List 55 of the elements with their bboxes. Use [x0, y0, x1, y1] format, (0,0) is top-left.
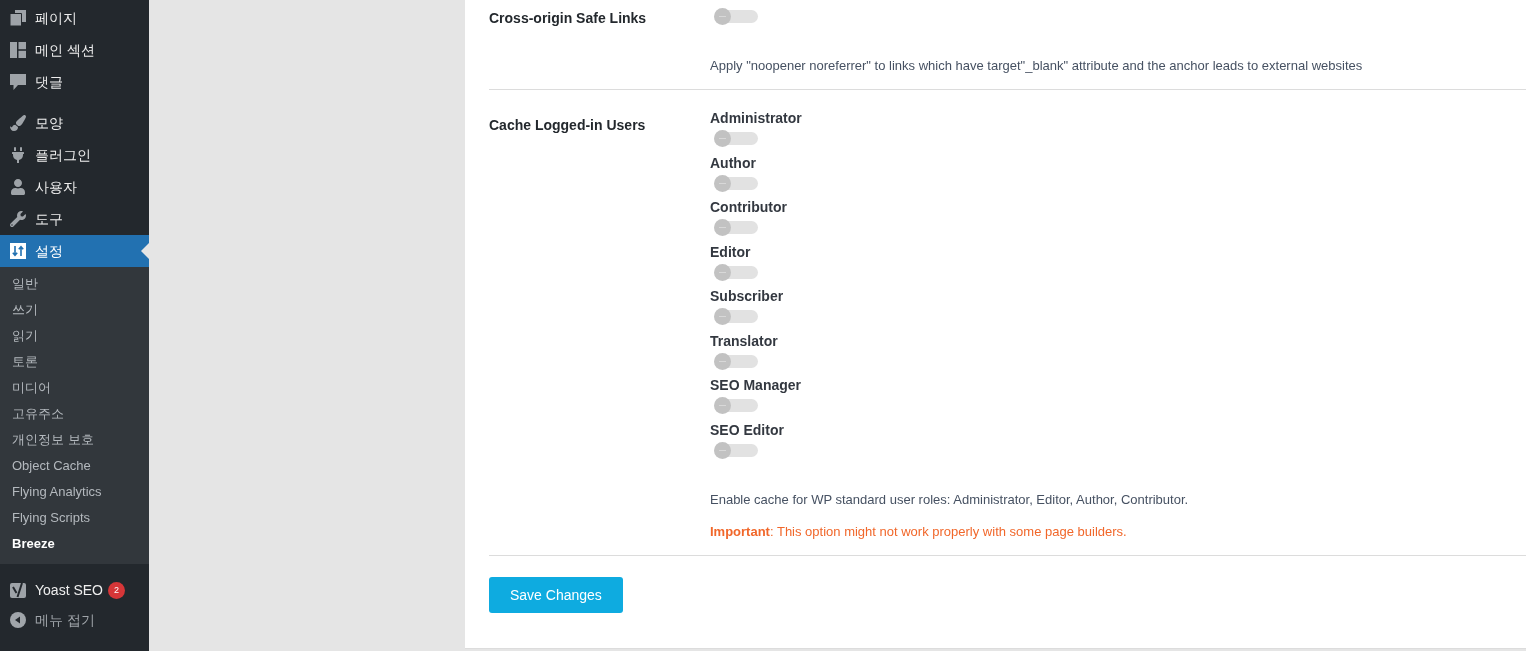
submenu-item[interactable]: Flying Analytics	[0, 479, 149, 505]
menu-item[interactable]: 모양	[0, 107, 149, 139]
setting-description: Enable cache for WP standard user roles: Administrator, Editor, Author, Contributor.	[710, 491, 1190, 509]
menu-item[interactable]: Yoast SEO 2	[0, 574, 149, 606]
role-label: Translator	[710, 331, 778, 350]
submenu-item[interactable]: 읽기	[0, 323, 149, 349]
role-label: Author	[710, 153, 756, 172]
setting-description: Apply "noopener noreferrer" to links which have target"_blank" attribute and the anchor leads to external websites	[710, 57, 1364, 75]
submenu-item[interactable]: 개인정보 보호	[0, 427, 149, 453]
setting-label: Cross-origin Safe Links	[489, 9, 648, 28]
role-label: SEO Manager	[710, 376, 802, 394]
submenu-item[interactable]: Object Cache	[0, 453, 149, 479]
menu-item[interactable]: 댓글	[0, 66, 149, 98]
submenu-item[interactable]: 토론	[0, 349, 149, 375]
role-label: SEO Editor	[710, 420, 784, 439]
toggle-switch[interactable]	[714, 130, 758, 147]
toggle-switch[interactable]	[714, 8, 758, 25]
wrench-icon	[10, 211, 26, 227]
menu-item[interactable]: 도구	[0, 203, 149, 235]
menu-item[interactable]: 사용자	[0, 171, 149, 203]
pointer-triangle-icon	[141, 243, 149, 259]
toggle-switch[interactable]	[714, 352, 758, 370]
submenu-item[interactable]: 쓰기	[0, 297, 149, 323]
menu-item[interactable]: 페이지	[0, 2, 149, 34]
menu-item[interactable]: 설정	[0, 235, 149, 267]
menu-item[interactable]: 메인 섹션	[0, 34, 149, 66]
submenu-item[interactable]: 고유주소	[0, 401, 149, 427]
role-label: Editor	[710, 242, 751, 261]
role-label: Subscriber	[710, 287, 784, 305]
toggle-switch[interactable]	[714, 219, 758, 236]
collapse-menu-button[interactable]: 메뉴 접기	[0, 606, 149, 634]
submenu-item[interactable]: 미디어	[0, 375, 149, 401]
setting-label: Cache Logged-in Users	[489, 116, 647, 135]
menu-item[interactable]: 플러그인	[0, 139, 149, 171]
role-label: Administrator	[710, 109, 802, 127]
toggle-switch[interactable]	[714, 174, 758, 192]
plug-icon	[10, 147, 26, 163]
settings-icon	[10, 243, 26, 259]
toggle-switch[interactable]	[714, 397, 758, 414]
role-label: Contributor	[710, 198, 787, 216]
person-icon	[10, 179, 26, 195]
pages-icon	[10, 10, 26, 26]
submenu-item[interactable]: Flying Scripts	[0, 505, 149, 531]
warning-note: Important: This option might not work properly with some page builders.	[710, 523, 1128, 541]
speech-bubble-icon	[10, 74, 26, 90]
logo-icon	[10, 582, 26, 598]
submenu-item[interactable]: Breeze	[0, 531, 149, 557]
toggle-switch[interactable]	[714, 441, 758, 459]
submenu-item[interactable]: 일반	[0, 271, 149, 297]
layout-grid-icon	[10, 42, 26, 58]
toggle-switch[interactable]	[714, 263, 758, 281]
count-badge: 2	[108, 581, 125, 599]
paintbrush-icon	[10, 115, 26, 131]
left-arrow-circle-icon	[10, 612, 26, 628]
toggle-switch[interactable]	[714, 308, 758, 325]
